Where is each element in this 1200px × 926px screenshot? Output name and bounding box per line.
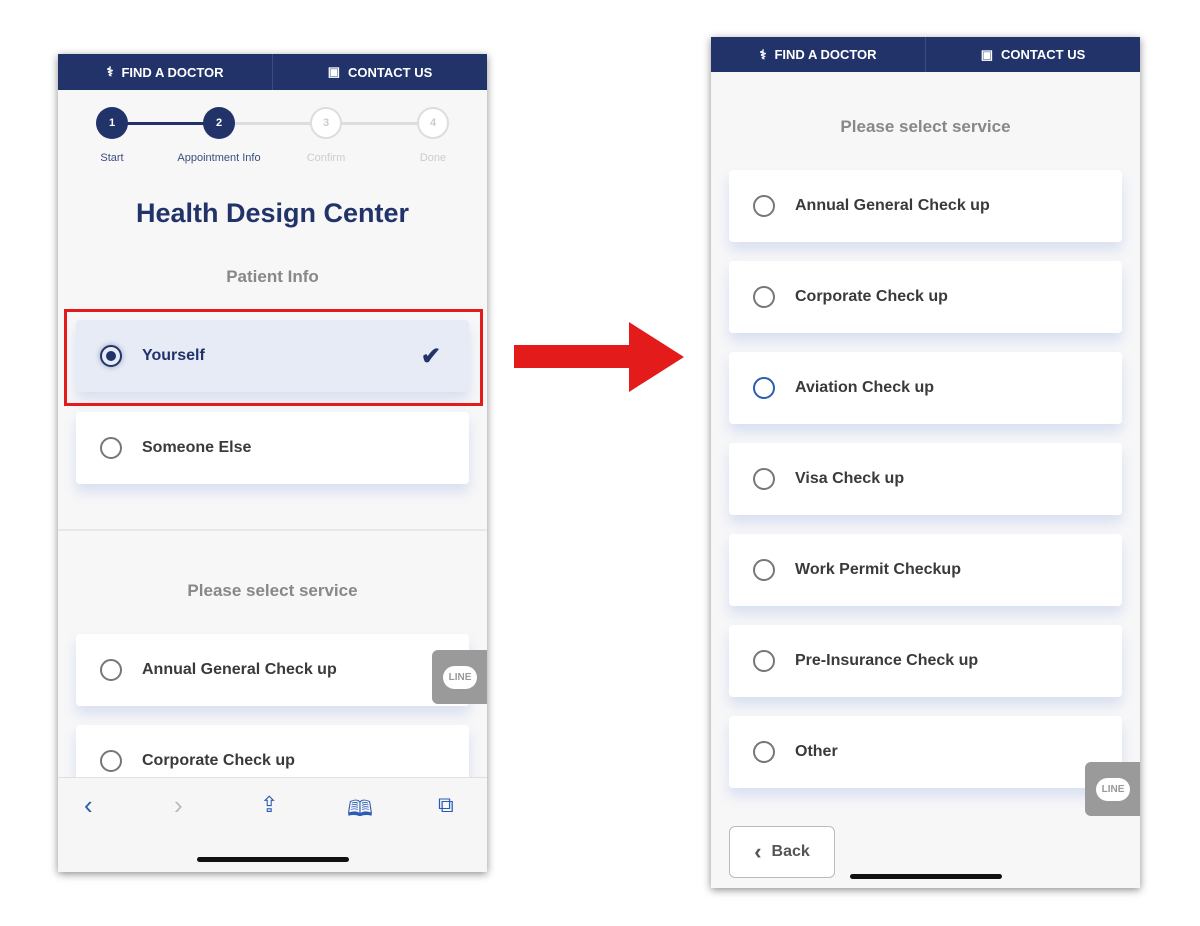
transition-arrow (514, 322, 684, 392)
radio[interactable] (753, 195, 775, 217)
radio[interactable] (753, 559, 775, 581)
service-heading: Please select service (840, 117, 1011, 136)
top-nav: ⚕ FIND A DOCTOR ▣ CONTACT US (58, 54, 487, 90)
top-nav: ⚕ FIND A DOCTOR ▣ CONTACT US (711, 37, 1140, 72)
back-button[interactable]: ‹ Back (729, 826, 835, 878)
tabs-icon[interactable]: ⧉ (438, 792, 454, 818)
radio[interactable] (100, 750, 122, 772)
stethoscope-icon: ⚕ (106, 64, 114, 79)
line-icon: LINE (442, 665, 478, 689)
chat-icon: ▣ (980, 46, 994, 62)
step-label: Start (100, 152, 124, 164)
service-option[interactable]: Annual General Check up (76, 634, 469, 706)
option-someone-else[interactable]: Someone Else (76, 412, 469, 484)
radio[interactable] (753, 286, 775, 308)
line-chat-button[interactable]: LINE (432, 650, 487, 704)
phone-screen-patient-info: ⚕ FIND A DOCTOR ▣ CONTACT US 1 2 3 4 Start… (58, 54, 487, 872)
service-option-focused[interactable]: Aviation Check up (729, 352, 1122, 424)
line-chat-button[interactable]: LINE (1085, 762, 1140, 816)
bookmarks-icon[interactable]: 🕮 (347, 792, 373, 830)
stethoscope-icon: ⚕ (759, 46, 767, 62)
browser-toolbar: ‹ › ⇪ 🕮 ⧉ (58, 777, 487, 872)
find-doctor-button[interactable]: ⚕ FIND A DOCTOR (711, 37, 925, 72)
service-option[interactable]: Pre-Insurance Check up (729, 625, 1122, 697)
step-2: 2 (203, 107, 235, 139)
divider (58, 529, 487, 531)
step-label: Done (419, 152, 447, 164)
patient-info-heading: Patient Info (226, 267, 319, 286)
page-title: Health Design Center (135, 198, 410, 228)
find-doctor-button[interactable]: ⚕ FIND A DOCTOR (58, 54, 272, 90)
chat-icon: ▣ (327, 64, 341, 79)
service-option[interactable]: Annual General Check up (729, 170, 1122, 242)
radio[interactable] (100, 437, 122, 459)
highlight-box (64, 309, 483, 406)
home-indicator (850, 874, 1002, 879)
contact-us-button[interactable]: ▣ CONTACT US (925, 37, 1140, 72)
forward-arrow-icon[interactable]: › (174, 790, 183, 821)
radio[interactable] (753, 741, 775, 763)
share-icon[interactable]: ⇪ (260, 792, 278, 818)
step-4: 4 (417, 107, 449, 139)
radio[interactable] (753, 377, 775, 399)
step-label: Appointment Info (177, 152, 261, 164)
radio[interactable] (753, 650, 775, 672)
contact-us-button[interactable]: ▣ CONTACT US (272, 54, 487, 90)
home-indicator (197, 857, 349, 862)
step-1: 1 (96, 107, 128, 139)
chevron-left-icon: ‹ (754, 839, 762, 864)
service-option[interactable]: Visa Check up (729, 443, 1122, 515)
radio[interactable] (100, 659, 122, 681)
step-label: Confirm (306, 152, 346, 164)
service-option[interactable]: Other (729, 716, 1122, 788)
back-arrow-icon[interactable]: ‹ (84, 790, 93, 821)
phone-screen-service: ⚕ FIND A DOCTOR ▣ CONTACT US Please select… (711, 37, 1140, 888)
step-3: 3 (310, 107, 342, 139)
service-option[interactable]: Corporate Check up (729, 261, 1122, 333)
service-option[interactable]: Work Permit Checkup (729, 534, 1122, 606)
radio[interactable] (753, 468, 775, 490)
service-heading: Please select service (187, 581, 358, 600)
line-icon: LINE (1095, 777, 1131, 801)
